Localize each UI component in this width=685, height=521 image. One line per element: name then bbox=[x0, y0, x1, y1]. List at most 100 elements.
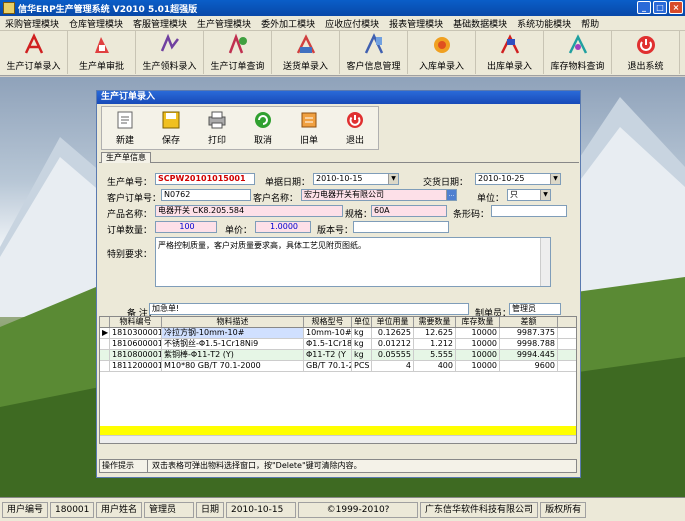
delivery-date-label: 交货日期： bbox=[423, 178, 469, 188]
grid-header: 物料编号 bbox=[110, 317, 162, 327]
stock-in-icon bbox=[433, 37, 450, 53]
grid-header: 单位用量 bbox=[372, 317, 414, 327]
operation-hint: 操作提示 双击表格可弹出物料选择窗口，按"Delete"键可清除内容。 bbox=[99, 459, 577, 473]
toolbar-approve-button[interactable]: 生产单审批 bbox=[68, 31, 136, 74]
new-button[interactable]: 新建 bbox=[102, 107, 148, 149]
order-entry-window: 生产订单录入 新建 保存 打印 取消 旧单 退出 生产单信息 生产单号： SCP… bbox=[96, 90, 581, 478]
toolbar-order-entry-button[interactable]: 生产订单录入 bbox=[0, 31, 68, 74]
requirement-textarea[interactable]: 严格控制质量，客户对质量要求高，具体工艺见附页图纸。 bbox=[155, 237, 551, 287]
tab-strip: 生产单信息 bbox=[99, 152, 579, 163]
order-no-field[interactable]: SCPW20101015001 bbox=[155, 173, 255, 185]
user-code-label: 用户编号 bbox=[2, 501, 49, 518]
barcode-field[interactable] bbox=[491, 205, 567, 217]
minimize-button[interactable]: _ bbox=[637, 1, 651, 14]
chevron-down-icon[interactable]: ▼ bbox=[540, 190, 550, 200]
exit-icon bbox=[347, 112, 363, 128]
chevron-down-icon[interactable]: ▼ bbox=[550, 174, 560, 184]
print-button[interactable]: 打印 bbox=[194, 107, 240, 149]
hint-text: 双击表格可弹出物料选择窗口，按"Delete"键可清除内容。 bbox=[152, 461, 362, 470]
chevron-down-icon[interactable]: ▼ bbox=[388, 174, 398, 184]
cust-name-field[interactable]: 宏力电器开关有限公司… bbox=[301, 189, 457, 201]
toolbar-inventory-button[interactable]: 库存物料查询 bbox=[544, 31, 612, 74]
menu-outsourcing[interactable]: 委外加工模块 bbox=[256, 17, 320, 30]
user-name-value: 管理员 bbox=[144, 501, 195, 518]
note-field[interactable]: 加急单! bbox=[149, 303, 469, 315]
toolbar-delivery-button[interactable]: 送货单录入 bbox=[272, 31, 340, 74]
menu-receivable[interactable]: 应收应付模块 bbox=[320, 17, 384, 30]
toolbar-material-button[interactable]: 生产领料录入 bbox=[136, 31, 204, 74]
cust-order-field[interactable]: N0762 bbox=[161, 189, 251, 201]
vertical-scrollbar[interactable] bbox=[540, 238, 550, 286]
version-field[interactable] bbox=[353, 221, 449, 233]
copyright-text: ©1999-2010? bbox=[298, 501, 419, 518]
app-icon bbox=[3, 2, 15, 14]
product-field[interactable]: 电器开关 CK8.205.584 bbox=[155, 205, 343, 217]
order-no-label: 生产单号： bbox=[107, 178, 153, 188]
qty-field[interactable]: 100 bbox=[155, 221, 217, 233]
toolbar-stock-in-button[interactable]: 入库单录入 bbox=[408, 31, 476, 74]
menu-production[interactable]: 生产管理模块 bbox=[192, 17, 256, 30]
maker-field[interactable]: 管理员 bbox=[509, 303, 561, 315]
status-bar: 用户编号 180001 用户姓名 管理员 日期 2010-10-15 ©1999… bbox=[0, 497, 685, 521]
menu-bar: 采购管理模块 仓库管理模块 客服管理模块 生产管理模块 委外加工模块 应收应付模… bbox=[0, 16, 685, 31]
grid-header: 物料描述 bbox=[162, 317, 304, 327]
qty-label: 订单数量： bbox=[107, 226, 153, 236]
table-row[interactable]: 1810800001 紫铜棒-Φ11-T2 (Y) Φ11-T2 (Y kg 0… bbox=[100, 350, 576, 361]
price-label: 单价： bbox=[225, 226, 253, 236]
form-toolbar: 新建 保存 打印 取消 旧单 退出 bbox=[101, 106, 379, 150]
user-name-label: 用户姓名 bbox=[96, 501, 143, 518]
spec-field[interactable]: 60A bbox=[371, 205, 447, 217]
horizontal-scrollbar[interactable] bbox=[100, 435, 576, 443]
red-doc-icon bbox=[94, 37, 109, 53]
menu-system[interactable]: 系统功能模块 bbox=[512, 17, 576, 30]
grid-summary-bar bbox=[100, 426, 576, 435]
table-row[interactable]: ▶ 1810300001 冷拉方钢-10mm-10# 10mm-10# kg 0… bbox=[100, 328, 576, 339]
close-button[interactable]: × bbox=[669, 1, 683, 14]
toolbar-query-button[interactable]: 生产订单查询 bbox=[204, 31, 272, 74]
query-icon bbox=[228, 33, 247, 54]
menu-reports[interactable]: 报表管理模块 bbox=[384, 17, 448, 30]
product-label: 产品名称： bbox=[107, 210, 153, 220]
order-entry-title: 生产订单录入 bbox=[97, 91, 580, 104]
version-label: 版本号： bbox=[317, 226, 354, 236]
tab-order-info[interactable]: 生产单信息 bbox=[101, 152, 151, 163]
material-icon bbox=[160, 33, 179, 52]
grid-header: 单位 bbox=[354, 317, 372, 327]
requirement-label: 特别要求： bbox=[107, 250, 153, 260]
unit-field[interactable]: 只 ▼ bbox=[507, 189, 551, 201]
user-code-value: 180001 bbox=[50, 501, 95, 518]
menu-help[interactable]: 帮助 bbox=[576, 17, 604, 30]
table-row[interactable]: 1810600001 不锈钢丝-Φ1.5-1Cr18Ni9 Φ1.5-1Cr18… bbox=[100, 339, 576, 350]
grid-header: 库存数量 bbox=[456, 317, 500, 327]
save-button[interactable]: 保存 bbox=[148, 107, 194, 149]
menu-base-data[interactable]: 基础数据模块 bbox=[448, 17, 512, 30]
old-order-button[interactable]: 旧单 bbox=[286, 107, 332, 149]
doc-date-field[interactable]: 2010-10-15 ▼ bbox=[313, 173, 399, 185]
lookup-icon[interactable]: … bbox=[446, 190, 456, 200]
maximize-button[interactable]: □ bbox=[653, 1, 667, 14]
date-value: 2010-10-15 bbox=[226, 501, 297, 518]
toolbar-stock-out-button[interactable]: 出库单录入 bbox=[476, 31, 544, 74]
menu-warehouse[interactable]: 仓库管理模块 bbox=[64, 17, 128, 30]
grid-header: 差额 bbox=[500, 317, 558, 327]
menu-purchase[interactable]: 采购管理模块 bbox=[0, 17, 64, 30]
delivery-date-field[interactable]: 2010-10-25 ▼ bbox=[475, 173, 561, 185]
table-row[interactable]: 1811200001 M10*80 GB/T 70.1-2000 GB/T 70… bbox=[100, 361, 576, 372]
row-selector-icon: ▶ bbox=[102, 328, 110, 338]
exit-icon bbox=[636, 36, 655, 54]
new-icon bbox=[117, 111, 133, 129]
unit-label: 单位： bbox=[477, 194, 505, 204]
save-icon bbox=[162, 111, 180, 129]
old-order-icon bbox=[301, 112, 317, 128]
toolbar-exit-button[interactable]: 退出系统 bbox=[612, 31, 680, 74]
grid-header: 规格型号 bbox=[304, 317, 352, 327]
cancel-button[interactable]: 取消 bbox=[240, 107, 286, 149]
rights-text: 版权所有 bbox=[540, 501, 587, 518]
menu-customer-service[interactable]: 客服管理模块 bbox=[128, 17, 192, 30]
adobe-red-icon bbox=[24, 33, 43, 54]
delivery-icon bbox=[296, 34, 315, 54]
price-field[interactable]: 1.0000 bbox=[255, 221, 311, 233]
toolbar-customer-button[interactable]: 客户信息管理 bbox=[340, 31, 408, 74]
exit-form-button[interactable]: 退出 bbox=[332, 107, 378, 149]
company-name: 广东信华软件科技有限公司 bbox=[420, 501, 539, 518]
